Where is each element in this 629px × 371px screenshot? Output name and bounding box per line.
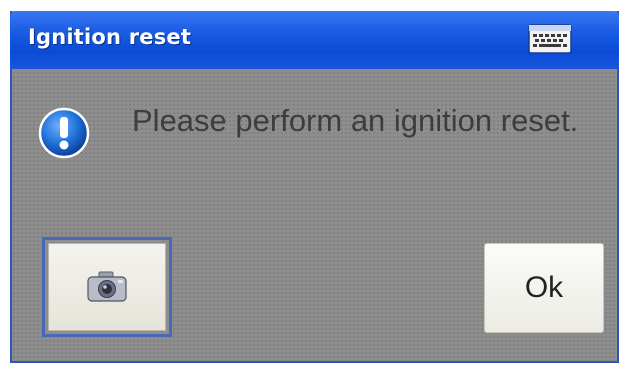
camera-icon: [87, 271, 127, 302]
keyboard-icon: [528, 24, 572, 54]
keyboard-button[interactable]: [528, 23, 572, 55]
screenshot-button-face: [48, 243, 166, 331]
screenshot-button[interactable]: [42, 237, 172, 337]
dialog-message: Please perform an ignition reset.: [132, 103, 579, 138]
dialog-title: Ignition reset: [28, 25, 192, 49]
ignition-reset-dialog: Ignition reset Please perform an ignitio…: [10, 11, 619, 363]
ok-button[interactable]: Ok: [484, 243, 604, 333]
exclamation-info-icon: [38, 107, 90, 159]
title-bar: Ignition reset: [10, 11, 619, 69]
